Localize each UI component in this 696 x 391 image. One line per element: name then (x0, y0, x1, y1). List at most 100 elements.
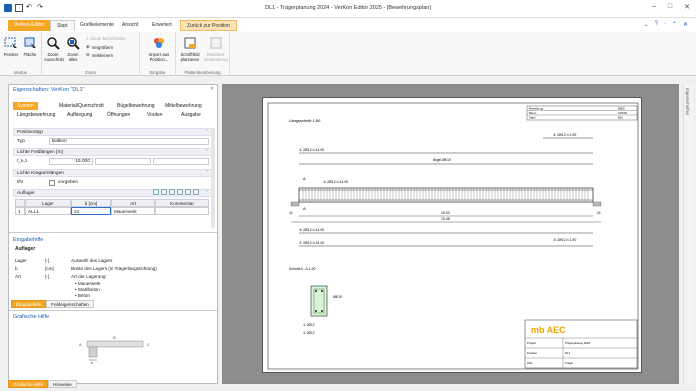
tab-bugelbewehrung[interactable]: Bügelbewehrung (113, 102, 159, 110)
group-zoom: Zoom Ausschnitt Zoom alles ⌕ Zoom Mehrfen… (42, 32, 140, 76)
ribbon-collapse-icon[interactable]: ⌄ (644, 21, 649, 28)
ribbon-close-icon[interactable]: ✕ (683, 21, 688, 28)
typ-select[interactable]: Balken (49, 138, 209, 145)
art-cell[interactable]: Mauerwerk (111, 207, 155, 215)
add-row-icon[interactable] (153, 189, 159, 195)
maximize-button[interactable]: □ (668, 3, 672, 11)
section-collapse-icon[interactable]: ⌃ (205, 190, 209, 197)
section-positionstyp[interactable]: Positionstyp ⌃ (13, 128, 213, 136)
fenster-button[interactable]: Fenster (2, 36, 20, 57)
buegel-label: Bügel Ø8/15 (433, 158, 451, 162)
tab-erweitert[interactable]: Erweitert (146, 20, 178, 31)
standard-bearbeitung-button[interactable]: Standard-Bearbeitung (203, 36, 229, 62)
delete-row-icon[interactable] (169, 189, 175, 195)
tab-hinweise[interactable]: Hinweise (48, 380, 77, 388)
feldlange-input[interactable]: 15.000 (49, 158, 93, 165)
dim-total: 15.48 (441, 217, 450, 221)
title-block-icon (184, 37, 196, 49)
title-block: mb AEC Projekt Trägerplanung 2024 Positi… (524, 319, 638, 369)
cross-label-1: ① 2Ø12 (303, 323, 315, 327)
vergrossern-button[interactable]: ⊕ Vergrößern (86, 44, 113, 50)
right-side-panel[interactable]: Eigenschaften (683, 84, 693, 384)
row-typ: Typ Balken (13, 137, 213, 146)
lager-cell[interactable]: ALL1 (25, 207, 71, 215)
tab-start[interactable]: Start (50, 20, 75, 31)
help-tabs: Eingabehilfe Feldeigenschaften (11, 300, 94, 308)
copy-row-icon[interactable] (177, 189, 183, 195)
close-button[interactable]: ✕ (684, 3, 690, 11)
support-shape (88, 346, 98, 358)
tab-grafikelemente[interactable]: Grafikelemente (74, 20, 120, 31)
section-collapse-icon[interactable]: ⌃ (205, 129, 209, 136)
tab-offnungen[interactable]: Öffnungen (103, 111, 134, 119)
tab-vouten[interactable]: Vouten (143, 111, 167, 119)
properties-close-icon[interactable]: ✕ (210, 86, 214, 92)
zoom-ausschnitt-button[interactable]: Zoom Ausschnitt (44, 36, 64, 62)
group-plattenbearbeitung: Schriftfeld platzieren Standard-Bearbeit… (176, 32, 230, 76)
kommentar-cell[interactable] (155, 207, 209, 215)
bar-label-4: ④ 2Ø12 l=14.00 (299, 241, 324, 245)
insert-row-icon[interactable] (161, 189, 167, 195)
row-number: 1 (15, 207, 25, 215)
dot-icon[interactable]: · (664, 21, 666, 28)
standard-edit-icon (210, 37, 222, 49)
tb-value-position: DL1 (565, 351, 571, 355)
tab-mittelbewehrung[interactable]: Mittelbewehrung (161, 102, 206, 110)
eingabehilfe-subtitle: Auflager (15, 246, 36, 252)
b-cell[interactable]: 24 (71, 207, 111, 215)
beam-shape (86, 340, 144, 348)
minimize-button[interactable]: – (652, 3, 656, 11)
row-feldlange: l_n,1 15.000 (13, 157, 213, 166)
bottom-tabs: Grafische Hilfe Hinweise (8, 380, 77, 388)
verkleinern-button[interactable]: ⊖ Verkleinern (86, 52, 113, 58)
tab-aufbiegung[interactable]: Aufbiegung (63, 111, 96, 119)
properties-panel: Eigenschaften: VerKon "DL1" ✕ System Mat… (8, 84, 218, 384)
section-collapse-icon[interactable]: ⌃ (205, 149, 209, 156)
magnifier-icon (47, 37, 60, 50)
zoom-out-icon: ⊖ (86, 52, 90, 57)
feldlange-extra-input[interactable] (95, 158, 151, 165)
col-art: Art (111, 199, 155, 207)
tab-grafische-hilfe[interactable]: Grafische Hilfe (8, 380, 49, 388)
tab-ansicht[interactable]: Ansicht (116, 20, 144, 31)
feldlange-extra-input-2[interactable] (153, 158, 209, 165)
legend-val-2: C25/30 (618, 111, 627, 115)
area-select-icon (24, 37, 36, 48)
zoom-alles-button[interactable]: Zoom alles (64, 36, 82, 62)
drawing-canvas: Bewehrung Beton Stahl B500 C25/30 BSt Lä… (267, 102, 639, 370)
flache-button[interactable]: Fläche (21, 36, 39, 57)
grafische-hilfe-title: Grafische Hilfe (13, 314, 50, 320)
move-down-icon[interactable] (193, 189, 199, 195)
group-eingabe: Import aus Position... Eingabe (140, 32, 176, 76)
legend-val-1: B500 (618, 107, 625, 111)
tab-feldeigenschaften[interactable]: Feldeigenschaften (46, 300, 94, 308)
col-b: b [cm] (71, 199, 111, 207)
tab-eingabehilfe[interactable]: Eingabehilfe (11, 300, 47, 308)
import-aus-position-button[interactable]: Import aus Position... (146, 36, 172, 62)
properties-title: Eigenschaften: VerKon "DL1" ✕ (13, 86, 214, 93)
properties-scrollbar[interactable] (211, 128, 215, 228)
expand-icon[interactable]: ⌃ (672, 21, 677, 28)
tab-verkon-editor[interactable]: Verkon-Editor (8, 20, 51, 31)
bar-label-1: ① 2Ø12 l=14.00 (299, 148, 324, 152)
move-up-icon[interactable] (185, 189, 191, 195)
section-collapse-icon[interactable]: ⌃ (205, 170, 209, 177)
col-lager: Lager (25, 199, 71, 207)
zoom-mehrfenster-button[interactable]: ⌕ Zoom Mehrfenster (86, 36, 126, 41)
tab-ausgabe[interactable]: Ausgabe (177, 111, 205, 119)
tab-zuruck-zur-position[interactable]: Zurück zur Position (180, 20, 237, 31)
tb-value-plan: Träger (565, 361, 573, 365)
vorgeben-checkbox[interactable] (49, 180, 55, 186)
tab-material-querschnitt[interactable]: Material/Querschnitt (55, 102, 108, 110)
eingabehilfe-title: Eingabehilfe (13, 237, 44, 243)
section-kragarmlangen[interactable]: Lichte Kragarmlängen ⌃ (13, 169, 213, 177)
bar-label-right2: ③ 2Ø12 l=1.90 (553, 238, 576, 242)
tab-system[interactable]: System (13, 102, 38, 110)
section-lichte-feldlangen[interactable]: Lichte Feldlängen [m] ⌃ (13, 148, 213, 156)
schriftfeld-platzieren-button[interactable]: Schriftfeld platzieren (178, 36, 202, 62)
ribbon-tabs: Verkon-Editor Start Grafikelemente Ansic… (0, 18, 696, 32)
tab-langsbewehrung[interactable]: Längsbewehrung (13, 111, 59, 119)
drawing-sheet[interactable]: Bewehrung Beton Stahl B500 C25/30 BSt Lä… (262, 97, 642, 373)
import-icon (154, 38, 164, 48)
help-icon[interactable]: ? (655, 21, 658, 28)
